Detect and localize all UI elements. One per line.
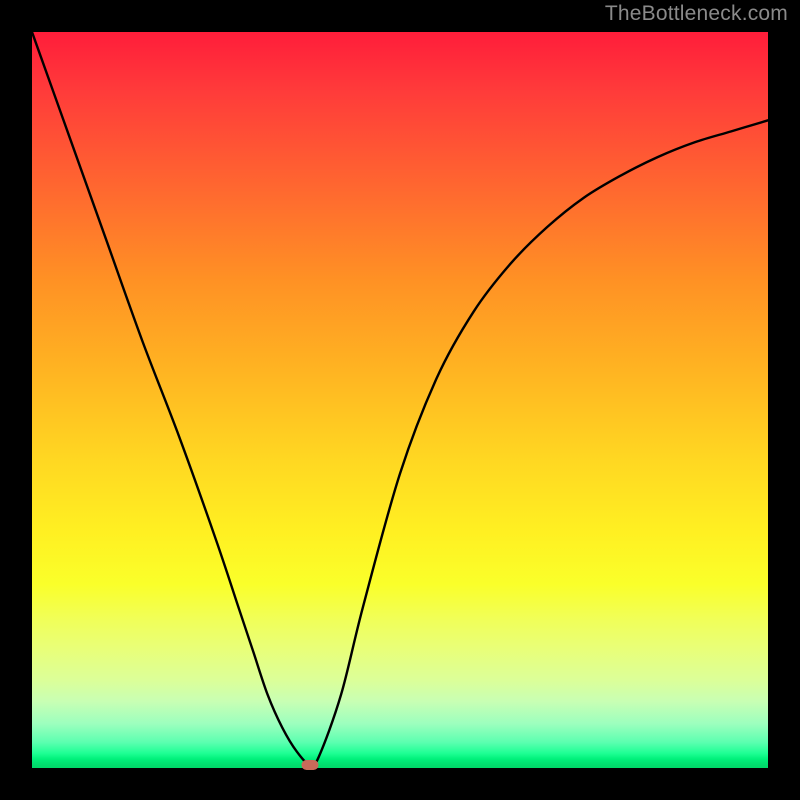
chart-container: TheBottleneck.com <box>0 0 800 800</box>
optimum-marker <box>302 760 319 770</box>
bottleneck-curve <box>32 32 768 768</box>
watermark-text: TheBottleneck.com <box>605 2 788 26</box>
plot-area <box>32 32 768 768</box>
